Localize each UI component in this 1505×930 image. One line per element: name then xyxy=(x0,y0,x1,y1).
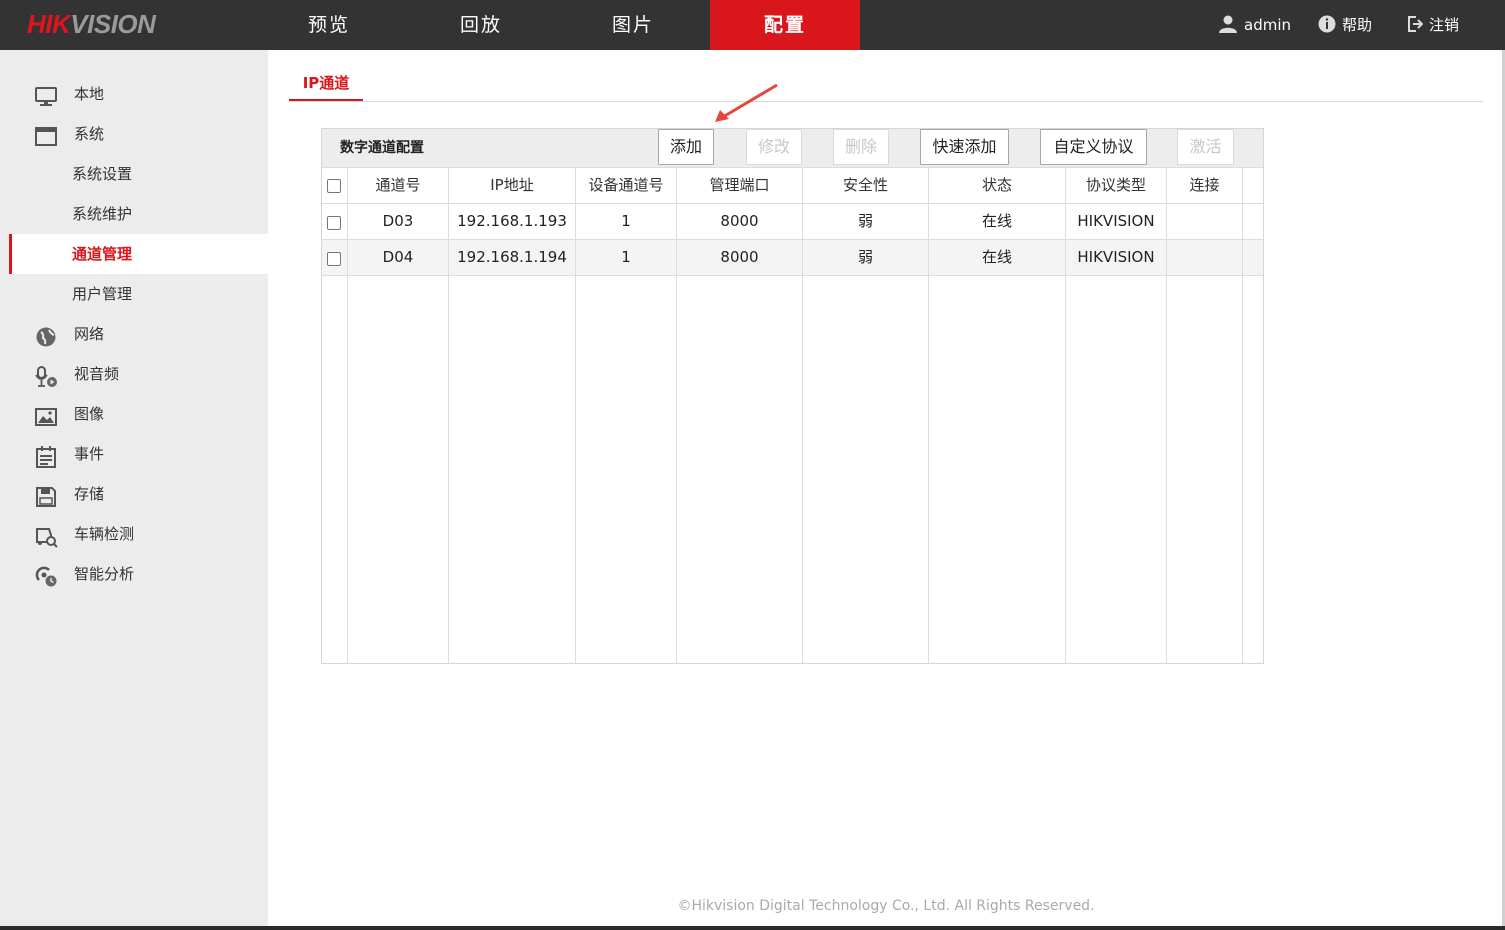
row-checkbox[interactable] xyxy=(327,252,341,266)
sidebar-item-label: 系统 xyxy=(74,125,105,143)
sidebar-subitem-label: 系统设置 xyxy=(72,165,133,183)
sidebar-item-user-management[interactable]: 用户管理 xyxy=(0,274,268,314)
sidebar-subitem-label: 系统维护 xyxy=(72,205,133,223)
header-protocol-type[interactable]: 协议类型 xyxy=(1066,167,1166,203)
sidebar-item-system-maintenance[interactable]: 系统维护 xyxy=(0,194,268,234)
top-navigation-bar: HIKVISION 预览 回放 图片 配置 admin 帮助 注销 xyxy=(0,0,1505,50)
activate-button[interactable]: 激活 xyxy=(1177,129,1234,165)
hikvision-logo: HIKVISION xyxy=(27,9,156,40)
cell-connection[interactable] xyxy=(1167,239,1242,275)
logout-label: 注销 xyxy=(1429,16,1460,34)
cell-ip-address: 192.168.1.193 xyxy=(457,212,567,230)
sidebar-item-network[interactable]: 网络 xyxy=(0,314,268,354)
sidebar-item-label: 存储 xyxy=(74,485,105,503)
copyright-footer: ©Hikvision Digital Technology Co., Ltd. … xyxy=(677,898,1095,914)
monitor-icon xyxy=(34,83,58,106)
cell-protocol-type: HIKVISION xyxy=(1077,212,1155,230)
calendar-icon xyxy=(34,443,58,468)
sidebar-item-storage[interactable]: 存储 xyxy=(0,474,268,514)
delete-button[interactable]: 删除 xyxy=(833,129,889,165)
logo-part-vision: VISION xyxy=(70,9,156,39)
cell-connection[interactable] xyxy=(1167,203,1242,239)
sidebar-subitem-label: 通道管理 xyxy=(72,245,133,263)
smart-analysis-icon xyxy=(34,563,58,587)
logo-part-hik: HIK xyxy=(27,9,71,39)
sidebar-item-system-settings[interactable]: 系统设置 xyxy=(0,154,268,194)
sidebar-item-label: 智能分析 xyxy=(74,565,135,583)
sidebar-item-label: 网络 xyxy=(74,325,105,343)
row-checkbox[interactable] xyxy=(327,216,341,230)
header-connection[interactable]: 连接 xyxy=(1167,167,1242,203)
sidebar-item-label: 视音频 xyxy=(74,365,120,383)
header-status[interactable]: 状态 xyxy=(929,167,1065,203)
header-ip-address[interactable]: IP地址 xyxy=(449,167,575,203)
subtab-ip-channel[interactable]: IP通道 xyxy=(289,70,363,102)
cell-management-port: 8000 xyxy=(720,248,759,266)
username-label: admin xyxy=(1244,16,1291,34)
cell-device-channel-no: 1 xyxy=(621,248,631,266)
cell-security: 弱 xyxy=(857,248,873,266)
sidebar-item-local[interactable]: 本地 xyxy=(0,74,268,114)
cell-channel-no: D04 xyxy=(382,248,414,266)
help-label: 帮助 xyxy=(1342,16,1373,34)
header-management-port[interactable]: 管理端口 xyxy=(677,167,802,203)
panel-title: 数字通道配置 xyxy=(340,140,424,156)
tab-picture[interactable]: 图片 xyxy=(558,0,708,50)
custom-protocol-button[interactable]: 自定义协议 xyxy=(1040,129,1147,165)
modify-button[interactable]: 修改 xyxy=(746,129,802,165)
user-icon xyxy=(1218,15,1244,34)
panel-toolbar: 数字通道配置 添加 修改 删除 快速添加 自定义协议 激活 xyxy=(322,129,1263,167)
channel-table: 通道号 IP地址 设备通道号 管理端口 安全性 状态 协议类型 连接 D03 1… xyxy=(322,167,1263,663)
sidebar-item-video-audio[interactable]: 视音频 xyxy=(0,354,268,394)
header-security[interactable]: 安全性 xyxy=(803,167,928,203)
quick-add-button[interactable]: 快速添加 xyxy=(920,129,1009,165)
add-button[interactable]: 添加 xyxy=(658,129,714,165)
cell-channel-no: D03 xyxy=(382,212,414,230)
sidebar: 本地 系统 系统设置 系统维护 通道管理 用户管理 网络 视音频 图像 事件 存… xyxy=(0,50,268,930)
column-divider xyxy=(1242,167,1243,663)
sidebar-item-event[interactable]: 事件 xyxy=(0,434,268,474)
help-link[interactable]: 帮助 xyxy=(1318,0,1372,50)
sidebar-item-label: 本地 xyxy=(74,85,105,103)
row-divider xyxy=(322,275,1263,276)
sidebar-item-label: 车辆检测 xyxy=(74,525,135,543)
header-channel-no[interactable]: 通道号 xyxy=(348,167,448,203)
cell-status: 在线 xyxy=(981,212,1012,230)
sidebar-subitem-label: 用户管理 xyxy=(72,285,133,303)
sidebar-item-label: 图像 xyxy=(74,405,105,423)
sidebar-item-channel-management[interactable]: 通道管理 xyxy=(9,234,268,274)
window-bottom-edge xyxy=(0,926,1505,930)
save-disk-icon xyxy=(34,483,58,507)
cell-status: 在线 xyxy=(981,248,1012,266)
sidebar-item-system[interactable]: 系统 xyxy=(0,114,268,154)
subtab-divider xyxy=(289,101,1483,102)
cell-security: 弱 xyxy=(857,212,873,230)
cell-ip-address: 192.168.1.194 xyxy=(457,248,567,266)
vehicle-search-icon xyxy=(34,523,58,548)
globe-icon xyxy=(34,323,58,347)
image-icon xyxy=(34,403,58,426)
sidebar-item-image[interactable]: 图像 xyxy=(0,394,268,434)
logout-link[interactable]: 注销 xyxy=(1407,0,1459,50)
system-window-icon xyxy=(34,123,58,146)
select-all-checkbox[interactable] xyxy=(327,179,341,193)
cell-protocol-type: HIKVISION xyxy=(1077,248,1155,266)
tab-playback[interactable]: 回放 xyxy=(406,0,556,50)
header-device-channel-no[interactable]: 设备通道号 xyxy=(576,167,676,203)
sidebar-item-vehicle-detection[interactable]: 车辆检测 xyxy=(0,514,268,554)
digital-channel-panel: 数字通道配置 添加 修改 删除 快速添加 自定义协议 激活 通道号 IP地址 设… xyxy=(321,128,1264,664)
cell-management-port: 8000 xyxy=(720,212,759,230)
tab-configuration[interactable]: 配置 xyxy=(710,0,860,50)
user-menu[interactable]: admin xyxy=(1218,0,1291,50)
help-icon xyxy=(1318,15,1342,34)
sidebar-item-label: 事件 xyxy=(74,445,105,463)
tab-preview[interactable]: 预览 xyxy=(254,0,404,50)
logout-icon xyxy=(1407,15,1429,34)
cell-device-channel-no: 1 xyxy=(621,212,631,230)
annotation-arrow-icon xyxy=(715,83,778,122)
microphone-camera-icon xyxy=(34,363,58,387)
sidebar-item-smart-analysis[interactable]: 智能分析 xyxy=(0,554,268,594)
